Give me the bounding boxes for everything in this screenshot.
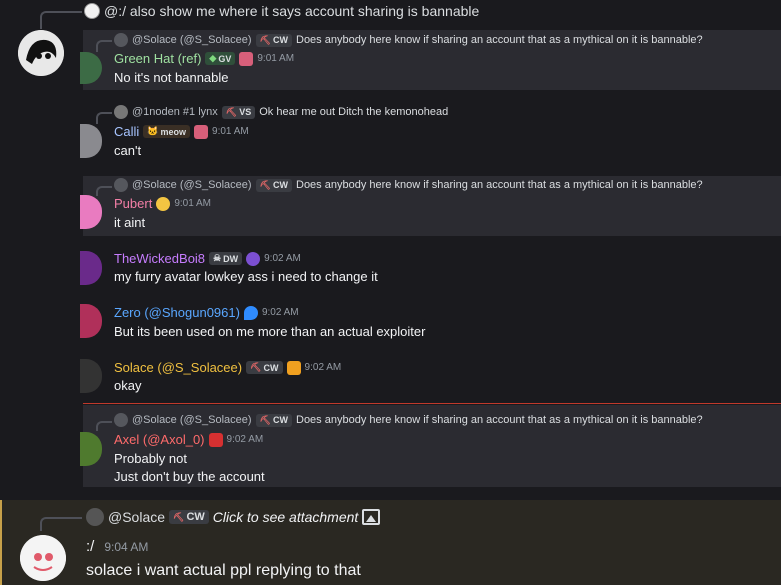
image-icon bbox=[362, 509, 381, 525]
username[interactable]: Calli bbox=[114, 124, 139, 139]
avatar[interactable] bbox=[80, 251, 102, 285]
reply-spine bbox=[96, 112, 112, 124]
avatar-mini bbox=[114, 178, 128, 192]
avatar-mini bbox=[114, 33, 128, 47]
message-text: solace i want actual ppl replying to tha… bbox=[86, 562, 361, 579]
username[interactable]: Pubert bbox=[114, 196, 152, 211]
pickaxe-icon: ⛏ bbox=[259, 414, 271, 425]
clan-tag: ☠ DW bbox=[209, 252, 243, 265]
message-text: it aint bbox=[114, 215, 146, 230]
emoji-icon bbox=[156, 196, 171, 211]
role-tag: ⛏ CW bbox=[169, 510, 209, 524]
username[interactable]: :/ bbox=[86, 538, 94, 555]
timestamp: 9:02 AM bbox=[264, 253, 301, 264]
message-header: TheWickedBoi8 ☠ DW 9:02 AM bbox=[114, 251, 301, 266]
reply-preview[interactable]: @Solace ⛏ CW Click to see attachment bbox=[86, 508, 381, 526]
username[interactable]: Green Hat (ref) bbox=[114, 51, 201, 66]
pickaxe-icon: ⛏ bbox=[225, 106, 238, 117]
message-text: Probably not bbox=[114, 451, 187, 466]
message-text: can't bbox=[114, 143, 142, 158]
message-text: okay bbox=[114, 378, 142, 393]
reply-spine bbox=[40, 517, 82, 531]
reply-spine bbox=[40, 11, 82, 29]
new-messages-divider bbox=[83, 403, 781, 404]
message-text: But its been used on me more than an act… bbox=[114, 324, 426, 339]
timestamp: 9:02 AM bbox=[261, 307, 299, 318]
username[interactable]: TheWickedBoi8 bbox=[114, 251, 205, 266]
reply-preview[interactable]: @1noden #1 lynx ⛏ VS Ok hear me out Ditch… bbox=[114, 105, 448, 119]
top-reply-preview[interactable]: @:/ also show me where it says account s… bbox=[84, 3, 479, 19]
pickaxe-icon: ⛏ bbox=[173, 511, 185, 522]
message-text: my furry avatar lowkey ass i need to cha… bbox=[114, 269, 378, 284]
avatar[interactable] bbox=[20, 535, 66, 581]
timestamp: 9:02 AM bbox=[304, 362, 342, 373]
avatar-mini bbox=[114, 413, 128, 427]
message-header: Axel (@Axol_0) 9:02 AM bbox=[114, 432, 263, 447]
emoji-icon bbox=[246, 251, 261, 266]
reply-preview[interactable]: @Solace (@S_Solacee) ⛏ CW Does anybody he… bbox=[114, 33, 703, 47]
avatar[interactable] bbox=[80, 124, 102, 158]
reply-preview[interactable]: @Solace (@S_Solacee) ⛏ CW Does anybody he… bbox=[114, 178, 703, 192]
emoji-icon bbox=[194, 124, 209, 139]
timestamp: 9:01 AM bbox=[212, 126, 249, 137]
message-header: Zero (@Shogun0961) 9:02 AM bbox=[114, 305, 299, 320]
avatar-mini bbox=[114, 105, 128, 119]
username[interactable]: Zero (@Shogun0961) bbox=[114, 305, 240, 320]
message-header: Solace (@S_Solacee) ⛏ CW 9:02 AM bbox=[114, 360, 341, 375]
timestamp: 9:01 AM bbox=[257, 53, 295, 64]
message-header: Green Hat (ref) ◆ GV 9:01 AM bbox=[114, 51, 294, 66]
message-header: :/ 9:04 AM bbox=[86, 538, 148, 555]
pickaxe-icon: ⛏ bbox=[259, 34, 271, 45]
role-tag: ⛏ CW bbox=[255, 178, 292, 192]
clan-tag: ◆ GV bbox=[205, 52, 236, 65]
reply-spine bbox=[96, 186, 112, 196]
reply-spine bbox=[96, 40, 112, 52]
message-text: No it's not bannable bbox=[114, 70, 229, 85]
emoji-icon bbox=[239, 51, 254, 66]
message-header: Calli 🐱 meow 9:01 AM bbox=[114, 124, 249, 139]
avatar[interactable] bbox=[18, 30, 64, 76]
timestamp: 9:04 AM bbox=[104, 539, 149, 554]
timestamp: 9:02 AM bbox=[226, 434, 264, 445]
warning-icon bbox=[286, 360, 301, 375]
pickaxe-icon: ⛏ bbox=[259, 179, 271, 190]
mention-bar bbox=[0, 500, 2, 585]
message-header: Pubert 9:01 AM bbox=[114, 196, 211, 211]
role-tag: ⛏ CW bbox=[255, 413, 292, 427]
role-tag: ⛏ CW bbox=[255, 33, 292, 47]
pickaxe-icon: ⛏ bbox=[250, 362, 262, 372]
reply-preview[interactable]: @Solace (@S_Solacee) ⛏ CW Does anybody he… bbox=[114, 413, 703, 427]
avatar-mini bbox=[84, 3, 100, 19]
role-tag: ⛏ VS bbox=[221, 105, 256, 119]
reply-spine bbox=[96, 421, 112, 431]
avatar[interactable] bbox=[80, 304, 102, 338]
username[interactable]: Axel (@Axol_0) bbox=[114, 432, 205, 447]
avatar-mini bbox=[86, 508, 104, 526]
clan-tag: 🐱 meow bbox=[143, 125, 191, 138]
username[interactable]: Solace (@S_Solacee) bbox=[114, 360, 242, 375]
role-tag: ⛏ CW bbox=[246, 361, 283, 374]
emoji-icon bbox=[208, 432, 223, 447]
message-text: Just don't buy the account bbox=[114, 469, 265, 484]
avatar[interactable] bbox=[80, 359, 102, 393]
timestamp: 9:01 AM bbox=[174, 198, 212, 209]
emoji-icon bbox=[243, 305, 258, 320]
